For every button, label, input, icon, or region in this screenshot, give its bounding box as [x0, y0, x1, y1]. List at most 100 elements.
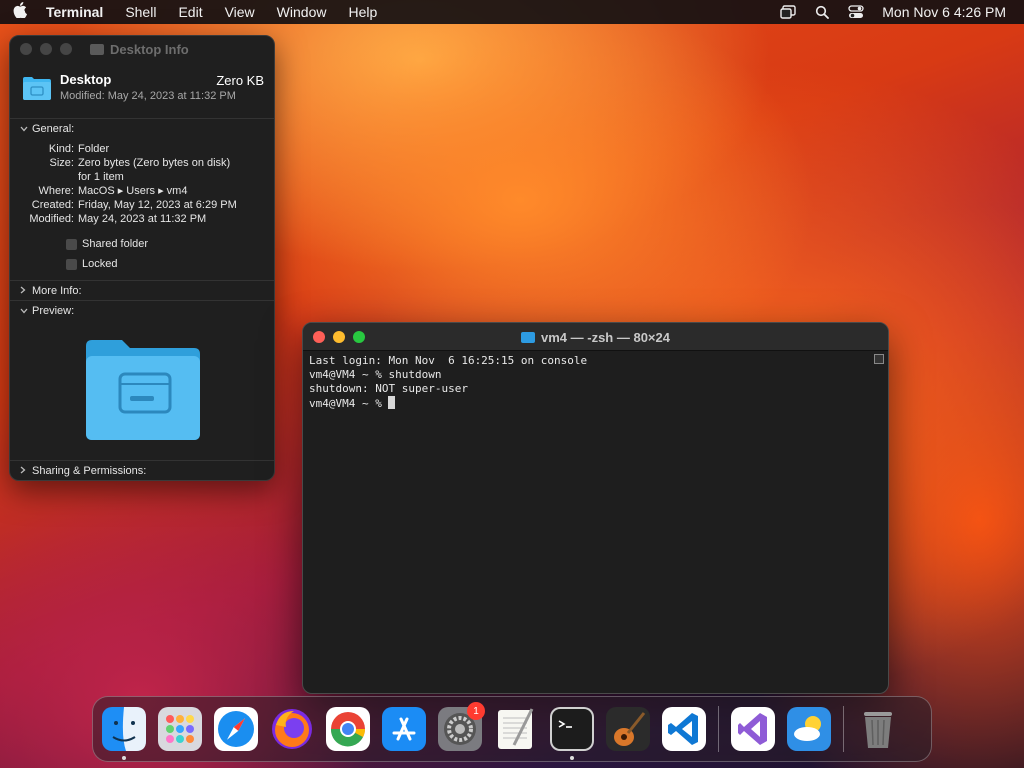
apple-menu-icon[interactable] — [12, 1, 28, 23]
menu-help[interactable]: Help — [348, 4, 377, 20]
weather-icon — [787, 707, 831, 751]
terminal-title: vm4 — -zsh — 80×24 — [303, 330, 888, 345]
info-window-title: Desktop Info — [90, 42, 189, 57]
locked-label: Locked — [82, 258, 118, 270]
section-more-info[interactable]: More Info: — [10, 280, 274, 300]
dock-separator — [718, 706, 719, 752]
kind-value: Folder — [78, 143, 110, 155]
locked-row[interactable]: Locked — [10, 254, 274, 274]
terminal-icon — [550, 707, 594, 751]
dock-chrome[interactable] — [326, 707, 370, 751]
dock-weather[interactable] — [787, 707, 831, 751]
finder-icon — [102, 707, 146, 751]
item-modified: Modified: May 24, 2023 at 11:32 PM — [60, 90, 236, 102]
kind-label: Kind: — [48, 143, 74, 155]
more-info-label: More Info: — [32, 284, 82, 297]
dock-system-settings[interactable]: 1 — [438, 702, 485, 751]
app-store-icon — [382, 707, 426, 751]
text-cursor — [388, 396, 396, 409]
size-label: Size: — [49, 157, 74, 169]
dock-finder[interactable] — [102, 707, 146, 760]
dock-separator — [843, 706, 844, 752]
shared-folder-checkbox[interactable] — [66, 238, 77, 250]
dock-visual-studio[interactable] — [731, 707, 775, 751]
shared-folder-label: Shared folder — [82, 238, 149, 250]
item-size: Zero KB — [216, 73, 264, 88]
terminal-titlebar[interactable]: vm4 — -zsh — 80×24 — [303, 323, 888, 351]
trash-icon — [864, 712, 892, 748]
running-indicator — [570, 756, 574, 760]
preview-label: Preview: — [32, 304, 75, 317]
running-indicator — [122, 756, 126, 760]
safari-icon — [214, 707, 258, 751]
dock-garageband[interactable] — [606, 707, 650, 751]
terminal-prompt: vm4@VM4 ~ % — [309, 397, 389, 410]
menu-edit[interactable]: Edit — [178, 4, 202, 20]
kind-row: Kind: Folder — [10, 142, 274, 156]
dock-terminal[interactable] — [550, 707, 594, 760]
visual-studio-icon — [731, 707, 775, 751]
textedit-icon — [498, 708, 534, 749]
scrollbar-handle[interactable] — [874, 354, 884, 364]
close-button[interactable] — [20, 43, 32, 55]
dock-textedit[interactable] — [494, 707, 538, 751]
shared-folder-row[interactable]: Shared folder — [10, 234, 274, 254]
modified-label: Modified: — [29, 213, 74, 225]
chevron-right-icon — [20, 466, 30, 476]
dock-firefox[interactable] — [270, 707, 314, 751]
dock-safari[interactable] — [214, 707, 258, 751]
info-titlebar[interactable]: Desktop Info — [10, 36, 274, 62]
vscode-icon — [662, 707, 706, 751]
menu-clock[interactable]: Mon Nov 6 4:26 PM — [882, 4, 1006, 20]
size-row: Size: Zero bytes (Zero bytes on disk) — [10, 156, 274, 170]
section-general[interactable]: General: — [10, 118, 274, 138]
screen-mirroring-icon[interactable] — [780, 4, 796, 20]
zoom-button[interactable] — [60, 43, 72, 55]
desktop-folder-icon — [22, 75, 52, 101]
folder-icon — [521, 332, 535, 343]
size-value-2: for 1 item — [78, 171, 124, 183]
chevron-down-icon — [20, 124, 30, 134]
created-value: Friday, May 12, 2023 at 6:29 PM — [78, 199, 237, 211]
chrome-icon — [326, 707, 370, 751]
folder-preview-icon — [86, 340, 200, 440]
modified-value: May 24, 2023 at 11:32 PM — [78, 213, 207, 225]
control-center-icon[interactable] — [848, 4, 864, 20]
terminal-line: vm4@VM4 ~ % shutdown — [309, 368, 442, 381]
folder-icon — [90, 44, 104, 55]
minimize-button[interactable] — [40, 43, 52, 55]
terminal-line: shutdown: NOT super-user — [309, 382, 468, 395]
terminal-title-text: vm4 — -zsh — 80×24 — [541, 330, 670, 345]
created-label: Created: — [31, 199, 74, 211]
where-label: Where: — [38, 185, 74, 197]
notification-badge: 1 — [467, 702, 485, 720]
terminal-window: vm4 — -zsh — 80×24 Last login: Mon Nov 6… — [302, 322, 889, 694]
dock-vscode[interactable] — [662, 707, 706, 751]
section-sharing-permissions[interactable]: Sharing & Permissions: — [10, 460, 274, 480]
desktop-info-window: Desktop Info Desktop Modified: May 24, 2… — [9, 35, 275, 481]
size-row-2: for 1 item — [10, 170, 274, 184]
item-name: Desktop — [60, 72, 112, 87]
terminal-prompt-line[interactable]: vm4@VM4 ~ % — [309, 396, 882, 410]
menu-shell[interactable]: Shell — [125, 4, 156, 20]
where-row: Where: MacOS ▸ Users ▸ vm4 — [10, 184, 274, 198]
dock-app-store[interactable] — [382, 707, 426, 751]
menu-app-name[interactable]: Terminal — [46, 4, 103, 20]
menu-view[interactable]: View — [225, 4, 255, 20]
launchpad-icon — [158, 707, 202, 751]
terminal-output[interactable]: Last login: Mon Nov 6 16:25:15 on consol… — [303, 351, 888, 413]
terminal-line: Last login: Mon Nov 6 16:25:15 on consol… — [309, 354, 588, 367]
locked-checkbox[interactable] — [66, 258, 77, 270]
dock: 1 — [92, 696, 932, 762]
where-value: MacOS ▸ Users ▸ vm4 — [78, 185, 188, 197]
info-window-title-text: Desktop Info — [110, 42, 189, 57]
modified-row: Modified: May 24, 2023 at 11:32 PM — [10, 212, 274, 226]
firefox-icon — [272, 709, 312, 749]
spotlight-search-icon[interactable] — [814, 4, 830, 20]
dock-trash[interactable] — [856, 707, 900, 751]
menu-window[interactable]: Window — [277, 4, 327, 20]
garageband-icon — [606, 707, 650, 751]
section-preview[interactable]: Preview: — [10, 300, 274, 320]
dock-launchpad[interactable] — [158, 707, 202, 751]
general-label: General: — [32, 122, 75, 135]
